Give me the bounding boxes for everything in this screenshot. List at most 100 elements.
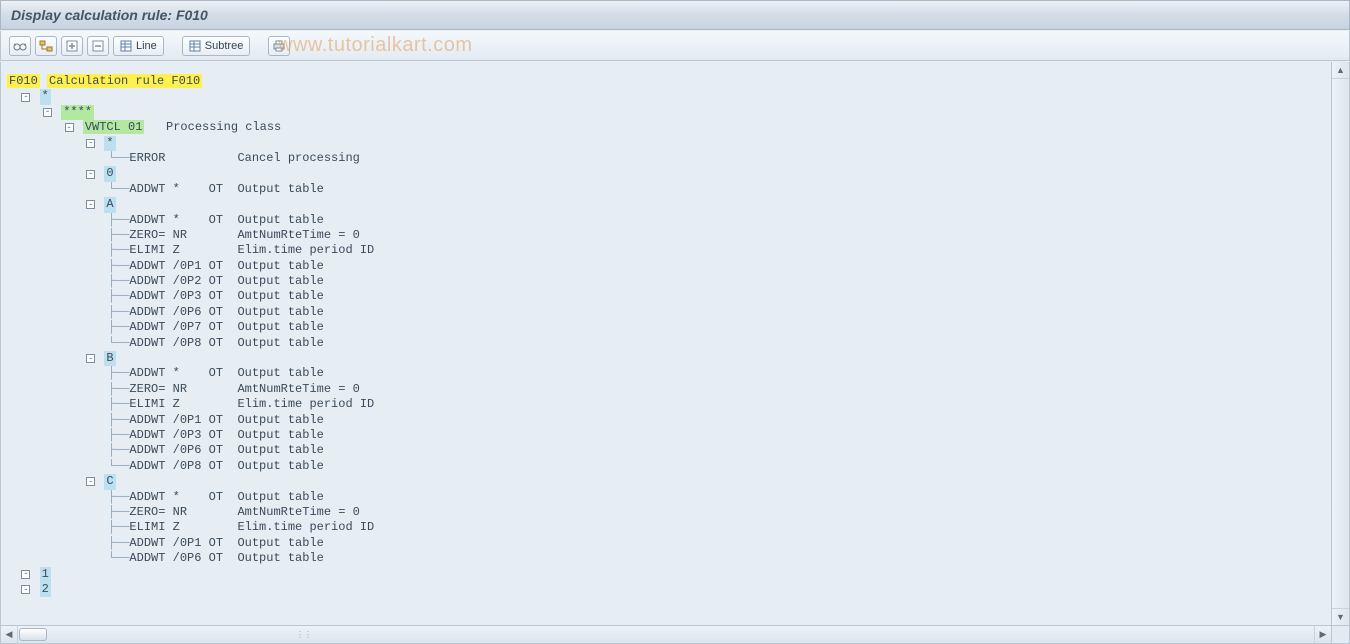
tree-leaf[interactable]: ├──ADDWT /0P1 OT Output table: [7, 536, 1331, 551]
spacer: [76, 120, 83, 135]
horizontal-scrollbar[interactable]: ◀ ⋮⋮ ▶: [1, 625, 1331, 643]
tree-leaf[interactable]: ├──ADDWT * OT Output table: [7, 366, 1331, 381]
title-bar: Display calculation rule: F010: [0, 0, 1350, 30]
tree-leaf[interactable]: ├──ELIMI Z Elim.time period ID: [7, 243, 1331, 258]
tree-leaf[interactable]: └──ADDWT /0P6 OT Output table: [7, 551, 1331, 566]
tree-node-stars[interactable]: ****: [7, 105, 1331, 120]
tree-group-0[interactable]: 0: [7, 166, 1331, 181]
scroll-down-icon[interactable]: ▼: [1332, 608, 1349, 625]
tree-branch: ├──: [7, 213, 129, 228]
tree-branch: ├──: [7, 413, 129, 428]
collapse-toggle-icon[interactable]: [21, 585, 30, 594]
tree-node-code: VWTCL 01: [83, 120, 145, 134]
collapse-toggle-icon[interactable]: [86, 139, 95, 148]
tree-branch: ├──: [7, 520, 129, 535]
tree-branch: └──: [7, 151, 129, 166]
tree-node-star[interactable]: *: [7, 89, 1331, 104]
tree-leaf-text: ADDWT * OT Output table: [129, 490, 323, 505]
tree-leaf[interactable]: ├──ADDWT /0P6 OT Output table: [7, 443, 1331, 458]
tree-branch: ├──: [7, 382, 129, 397]
tree-leaf[interactable]: └──ADDWT /0P8 OT Output table: [7, 459, 1331, 474]
scroll-grip-icon: ⋮⋮: [301, 629, 307, 640]
plus-box-icon: [66, 40, 78, 52]
tree-branch: ├──: [7, 428, 129, 443]
tree-branch: ├──: [7, 274, 129, 289]
tool-display-button[interactable]: [9, 36, 31, 56]
collapse-toggle-icon[interactable]: [65, 123, 74, 132]
tree-branch: [7, 197, 86, 212]
scroll-up-icon[interactable]: ▲: [1332, 62, 1349, 79]
toolbar: Line Subtree: [0, 31, 1350, 61]
tree-group-B[interactable]: B: [7, 351, 1331, 366]
tool-subtree-button[interactable]: Subtree: [182, 36, 251, 56]
tree-leaf[interactable]: ├──ADDWT /0P7 OT Output table: [7, 320, 1331, 335]
tree-branch: ├──: [7, 397, 129, 412]
spacer: [97, 474, 104, 489]
collapse-toggle-icon[interactable]: [21, 570, 30, 579]
tree-leaf-text: ZERO= NR AmtNumRteTime = 0: [129, 505, 359, 520]
tree-node-2[interactable]: 2: [7, 582, 1331, 597]
tree-leaf[interactable]: └──ADDWT /0P8 OT Output table: [7, 336, 1331, 351]
tree-node-desc: Processing class: [144, 120, 281, 134]
tree-branch: ├──: [7, 536, 129, 551]
tree-branch: └──: [7, 459, 129, 474]
tree-leaf[interactable]: ├──ADDWT /0P3 OT Output table: [7, 289, 1331, 304]
printer-icon: [272, 40, 286, 52]
collapse-toggle-icon[interactable]: [43, 108, 52, 117]
tree-leaf[interactable]: ├──ADDWT /0P1 OT Output table: [7, 413, 1331, 428]
tool-expand-button[interactable]: [61, 36, 83, 56]
tree-leaf[interactable]: ├──ZERO= NR AmtNumRteTime = 0: [7, 228, 1331, 243]
collapse-toggle-icon[interactable]: [86, 477, 95, 486]
tree-leaf[interactable]: ├──ADDWT /0P3 OT Output table: [7, 428, 1331, 443]
tree-node-1[interactable]: 1: [7, 567, 1331, 582]
tree-leaf[interactable]: ├──ZERO= NR AmtNumRteTime = 0: [7, 382, 1331, 397]
tree-leaf[interactable]: └──ERROR Cancel processing: [7, 151, 1331, 166]
tree-leaf-text: ADDWT * OT Output table: [129, 366, 323, 381]
tree-leaf[interactable]: ├──ELIMI Z Elim.time period ID: [7, 520, 1331, 535]
collapse-toggle-icon[interactable]: [86, 170, 95, 179]
vertical-scrollbar[interactable]: ▲ ▼: [1331, 62, 1349, 625]
tree-group-A[interactable]: A: [7, 197, 1331, 212]
tree-leaf-text: ADDWT * OT Output table: [129, 182, 323, 197]
tree-leaf[interactable]: ├──ADDWT /0P6 OT Output table: [7, 305, 1331, 320]
tree-leaf[interactable]: ├──ADDWT /0P2 OT Output table: [7, 274, 1331, 289]
tool-collapse-button[interactable]: [87, 36, 109, 56]
tree-leaf[interactable]: └──ADDWT * OT Output table: [7, 182, 1331, 197]
scroll-thumb[interactable]: [19, 628, 47, 641]
tool-attributes-button[interactable]: [35, 36, 57, 56]
tree-group-*[interactable]: *: [7, 136, 1331, 151]
scroll-left-icon[interactable]: ◀: [1, 626, 18, 643]
tree-branch: ├──: [7, 366, 129, 381]
tree-node-label: 2: [40, 582, 51, 597]
tree-branch: ├──: [7, 243, 129, 258]
tree-node-label: 1: [40, 567, 51, 582]
spacer: [97, 197, 104, 212]
scroll-right-icon[interactable]: ▶: [1314, 626, 1331, 643]
tree-root[interactable]: F010 Calculation rule F010: [7, 74, 1331, 89]
tree-leaf-text: ADDWT /0P2 OT Output table: [129, 274, 323, 289]
tree-group-label: B: [104, 351, 115, 366]
tool-line-button[interactable]: Line: [113, 36, 164, 56]
tree-view[interactable]: F010 Calculation rule F010 * **** VWTCL …: [1, 62, 1331, 625]
line-label: Line: [136, 40, 157, 52]
collapse-toggle-icon[interactable]: [21, 93, 30, 102]
tree-leaf[interactable]: ├──ELIMI Z Elim.time period ID: [7, 397, 1331, 412]
tree-leaf[interactable]: ├──ADDWT * OT Output table: [7, 213, 1331, 228]
tree-node-vwtcl[interactable]: VWTCL 01 Processing class: [7, 120, 1331, 135]
spacer: [97, 136, 104, 151]
scroll-corner: [1331, 625, 1349, 643]
tree-leaf[interactable]: ├──ADDWT * OT Output table: [7, 490, 1331, 505]
tree-leaf-text: ADDWT /0P8 OT Output table: [129, 459, 323, 474]
tool-print-button[interactable]: [268, 36, 290, 56]
spacer: [32, 582, 39, 597]
tree-leaf-text: ERROR Cancel processing: [129, 151, 359, 166]
tree-node-label: *: [40, 89, 51, 104]
tree-leaf[interactable]: ├──ZERO= NR AmtNumRteTime = 0: [7, 505, 1331, 520]
collapse-toggle-icon[interactable]: [86, 354, 95, 363]
collapse-toggle-icon[interactable]: [86, 200, 95, 209]
tree-branch: [7, 567, 21, 582]
tree-leaf[interactable]: ├──ADDWT /0P1 OT Output table: [7, 259, 1331, 274]
tree-leaf-text: ADDWT /0P3 OT Output table: [129, 289, 323, 304]
tree-leaf-text: ADDWT * OT Output table: [129, 213, 323, 228]
tree-group-C[interactable]: C: [7, 474, 1331, 489]
